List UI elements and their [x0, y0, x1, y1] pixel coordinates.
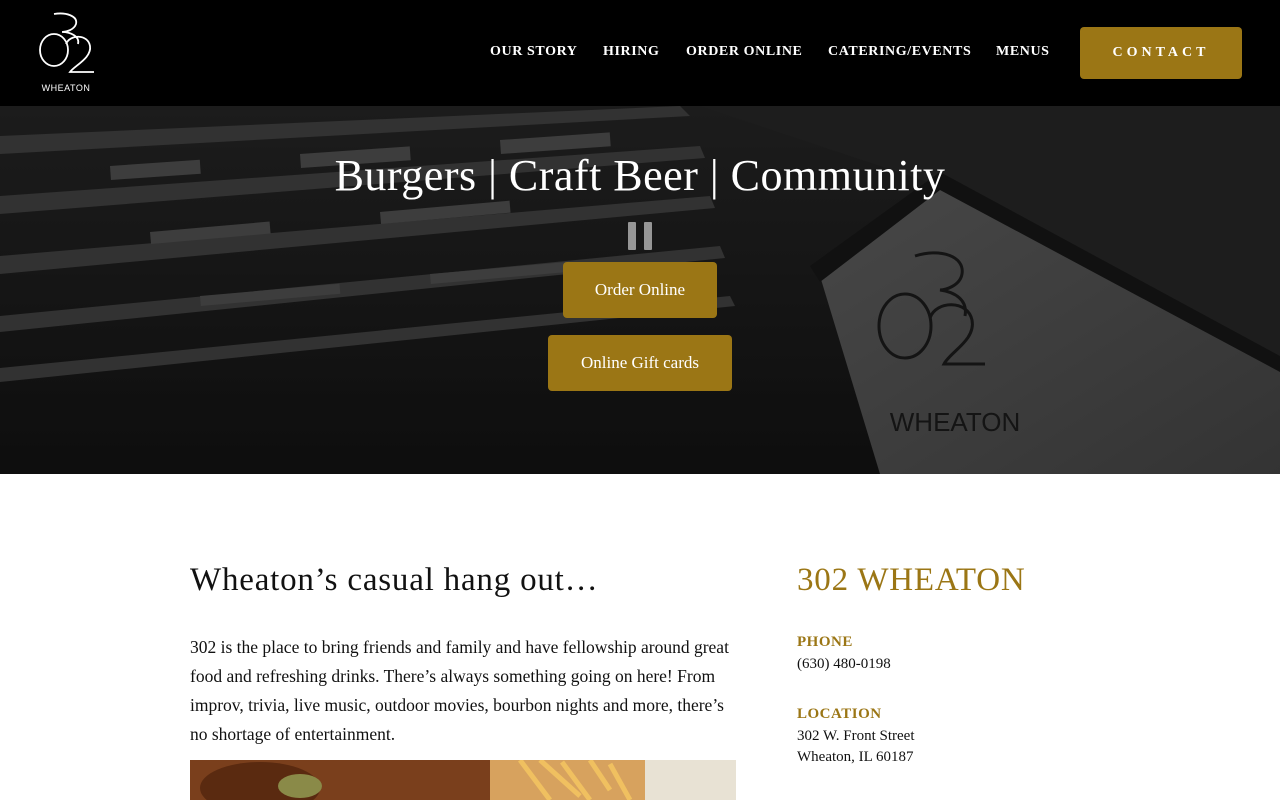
gift-cards-button[interactable]: Online Gift cards: [548, 335, 732, 391]
intro-heading: Wheaton’s casual hang out…: [190, 562, 599, 598]
pause-icon[interactable]: [628, 222, 652, 250]
contact-button[interactable]: CONTACT: [1080, 27, 1242, 79]
hero: WHEATON Burgers | Craft Beer | Community…: [0, 106, 1280, 474]
nav-order-online[interactable]: ORDER ONLINE: [686, 44, 803, 60]
site-header: WHEATON OUR STORY HIRING ORDER ONLINE CA…: [0, 0, 1280, 106]
hero-title: Burgers | Craft Beer | Community: [334, 151, 946, 200]
phone-number[interactable]: (630) 480-0198: [797, 654, 891, 675]
logo-302-icon: [39, 12, 94, 73]
food-photo: [190, 760, 736, 800]
logo[interactable]: WHEATON: [30, 10, 102, 96]
nav-menus[interactable]: MENUS: [996, 44, 1050, 60]
address-line1: 302 W. Front Street: [797, 728, 915, 744]
phone-label: PHONE: [797, 634, 853, 650]
nav-our-story[interactable]: OUR STORY: [490, 44, 578, 60]
nav-catering-events[interactable]: CATERING/EVENTS: [828, 44, 971, 60]
order-online-button[interactable]: Order Online: [563, 262, 717, 318]
location-label: LOCATION: [797, 706, 882, 722]
intro-text: 302 is the place to bring friends and fa…: [190, 637, 729, 744]
logo-text: WHEATON: [41, 83, 91, 93]
sidebar-title: 302 WHEATON: [797, 562, 1026, 598]
address-line2: Wheaton, IL 60187: [797, 749, 914, 765]
nav-hiring[interactable]: HIRING: [603, 44, 660, 60]
